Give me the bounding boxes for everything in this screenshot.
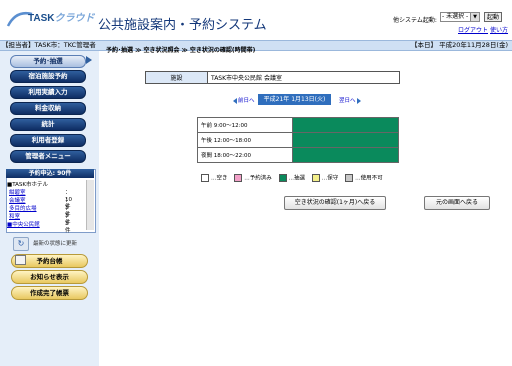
book-icon <box>15 255 26 265</box>
system-title: 公共施設案内・予約システム <box>98 18 267 33</box>
prev-day-label: 前日へ <box>238 98 255 104</box>
legend-label: …使用不可 <box>355 175 383 182</box>
nav-usage-input[interactable]: 利用実績入力 <box>10 86 86 99</box>
next-day-label: 翌日へ <box>339 98 356 104</box>
legend-label: …空き <box>211 175 228 182</box>
back-to-previous-screen-button[interactable]: 元の画面へ戻る <box>424 196 490 210</box>
reservation-scrollbar[interactable] <box>86 180 94 230</box>
slot-status-cell[interactable] <box>292 117 399 133</box>
slot-label: 午後 12:00〜18:00 <box>197 132 293 148</box>
legend-item-empty: …空き <box>201 174 228 184</box>
legend-swatch <box>278 174 287 182</box>
facility-header: 施設 <box>145 71 208 84</box>
chevron-down-icon: ▼ <box>470 13 479 21</box>
table-row: 午前 9:00〜12:00 <box>197 117 399 133</box>
legend-label: …予約済み <box>244 175 272 182</box>
nav-fee-collection[interactable]: 料金収納 <box>10 102 86 115</box>
legend-item-reserved: …予約済み <box>234 174 272 184</box>
current-date: 平成21年 1月13日(火) <box>258 94 331 105</box>
legend-swatch <box>311 174 320 182</box>
refresh-icon[interactable]: ↻ <box>13 237 29 251</box>
status-legend: …空き …予約済み …抽選 …保守 …使用不可 <box>201 174 388 184</box>
reservation-row-name: 多目的広場 <box>9 206 37 212</box>
logo-text-cloud: クラウド <box>54 13 95 24</box>
reservation-row[interactable]: 多目的広場 ：3件 <box>9 206 71 226</box>
reservation-row-count: ：3件 <box>65 214 71 234</box>
prev-day-link[interactable]: 前日へ <box>233 96 255 104</box>
breadcrumb: 予約･抽選 ≫ 空き状況照会 ≫ 空き状況の確認(時間帯) <box>106 47 256 54</box>
slot-label: 午前 9:00〜12:00 <box>197 117 293 133</box>
nav-user-registration[interactable]: 利用者登録 <box>10 134 86 147</box>
reservation-row[interactable]: 和室 ：3件 <box>9 214 71 234</box>
reservation-row-name: 紺碧室 <box>9 190 26 196</box>
slot-status-cell[interactable] <box>292 132 399 148</box>
other-system-select[interactable]: - 未選択 - ▼ <box>440 12 480 22</box>
time-slot-table: 午前 9:00〜12:00 午後 12:00〜18:00 夜間 18:00〜22… <box>197 117 399 163</box>
launch-button[interactable]: 起動 <box>484 12 502 22</box>
back-to-month-button[interactable]: 空き状況の確認(1ヶ月)へ戻る <box>284 196 386 210</box>
reservation-row[interactable]: 紺碧室 ：10件 <box>9 190 72 210</box>
arrow-left-icon <box>233 97 237 104</box>
legend-swatch <box>234 174 243 182</box>
facility-value: TASK市中央公民館 会議室 <box>207 71 400 84</box>
reservation-ledger-label: 予約台帳 <box>36 257 63 265</box>
completed-forms-button[interactable]: 作成完了帳票 <box>11 286 88 300</box>
reservation-requests-header: 予約申込: 90件 <box>6 169 94 178</box>
logout-link[interactable]: ログアウト <box>458 25 488 34</box>
reservation-row-name: 和室 <box>9 214 21 220</box>
active-arrow-icon <box>86 56 92 64</box>
slot-label: 夜間 18:00〜22:00 <box>197 147 293 163</box>
legend-item-lottery: …抽選 <box>278 174 306 184</box>
arrow-right-icon <box>356 97 361 104</box>
app-header: TASKクラウド 公共施設案内・予約システム 他システム起動: - 未選択 - … <box>0 0 512 38</box>
slot-status-cell[interactable] <box>292 147 399 163</box>
nav-lodging-reservation[interactable]: 宿泊施設予約 <box>10 70 86 83</box>
legend-swatch <box>201 174 209 182</box>
help-link[interactable]: 使い方 <box>490 25 508 34</box>
facility-table: 施設 TASK市中央公民館 会議室 <box>145 71 400 84</box>
logo-text: TASKクラウド <box>28 9 94 24</box>
nav-statistics[interactable]: 統計 <box>10 118 86 131</box>
refresh-label[interactable]: 最新の状態に更新 <box>33 239 77 247</box>
next-day-link[interactable]: 翌日へ <box>339 96 361 104</box>
notice-display-button[interactable]: お知らせ表示 <box>11 270 88 284</box>
reservation-row-name: 会議室 <box>9 198 26 204</box>
table-row: 夜間 18:00〜22:00 <box>197 147 399 163</box>
reservation-row-name: ■中央公民館 <box>7 222 40 228</box>
other-system-selected-value: - 未選択 - <box>442 13 469 20</box>
legend-label: …抽選 <box>288 175 306 182</box>
other-system-label: 他システム起動: <box>393 17 437 24</box>
reservation-group-label: ■TASK市ホテル <box>7 182 48 188</box>
legend-swatch <box>345 174 354 182</box>
current-user-label: 【担当者】TASK市：TKC管理者 <box>2 41 96 49</box>
legend-item-maintenance: …保守 <box>311 174 339 184</box>
legend-label: …保守 <box>321 175 339 182</box>
reservation-row[interactable]: 会議室 ：3件 <box>9 198 71 218</box>
today-date-label: 【本日】 平成20年11月28日(金) <box>411 41 508 49</box>
nav-admin-menu[interactable]: 管理者メニュー <box>10 150 86 163</box>
logo-text-main: TASK <box>28 13 55 24</box>
reservation-row[interactable]: ■中央公民館 <box>7 222 40 229</box>
legend-item-unavailable: …使用不可 <box>345 174 383 184</box>
table-row: 午後 12:00〜18:00 <box>197 132 399 148</box>
nav-reservation-lottery[interactable]: 予約･抽選 <box>10 55 86 68</box>
